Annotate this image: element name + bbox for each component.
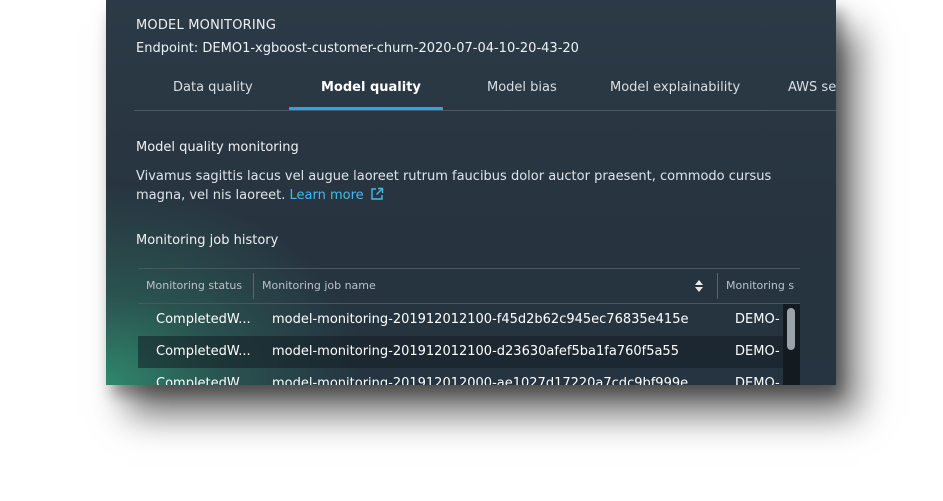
model-monitoring-panel: MODEL MONITORING Endpoint: DEMO1-xgboost… [106, 0, 836, 385]
tab-model-explainability[interactable]: Model explainability [610, 74, 740, 108]
tab-model-bias[interactable]: Model bias [487, 74, 557, 108]
column-separator[interactable] [253, 273, 254, 299]
column-header-status[interactable]: Monitoring status [146, 269, 254, 303]
row-schedule: DEMO- [735, 376, 780, 385]
section-label: MODEL MONITORING [136, 18, 277, 33]
tab-aws[interactable]: AWS se [788, 74, 836, 108]
endpoint-info: Endpoint: DEMO1-xgboost-customer-churn-2… [136, 41, 579, 56]
table-scrollbar[interactable] [783, 304, 800, 385]
row-job-name: model-monitoring-201912012100-f45d2b62c9… [272, 312, 689, 327]
row-status: CompletedW... [156, 344, 251, 359]
external-link-icon [370, 187, 383, 200]
tab-model-quality[interactable]: Model quality [321, 74, 421, 108]
active-tab-indicator [289, 107, 443, 110]
job-history-table: Monitoring status Monitoring job name Mo… [138, 268, 800, 385]
history-title: Monitoring job history [136, 233, 279, 248]
row-status: CompletedW... [156, 376, 251, 385]
quality-description: Vivamus sagittis lacus vel augue laoreet… [136, 167, 776, 205]
table-header: Monitoring status Monitoring job name Mo… [138, 268, 800, 304]
endpoint-label: Endpoint: [136, 41, 199, 56]
table-row[interactable]: CompletedW... model-monitoring-201912012… [138, 368, 783, 385]
quality-title: Model quality monitoring [136, 140, 299, 155]
table-row[interactable]: CompletedW... model-monitoring-201912012… [138, 336, 783, 368]
sort-icon[interactable] [694, 279, 704, 293]
row-status: CompletedW... [156, 312, 251, 327]
description-text: Vivamus sagittis lacus vel augue laoreet… [136, 169, 772, 203]
learn-more-label: Learn more [289, 188, 364, 203]
table-row[interactable]: CompletedW... model-monitoring-201912012… [138, 304, 783, 336]
row-schedule: DEMO- [735, 344, 780, 359]
tab-data-quality[interactable]: Data quality [173, 74, 253, 108]
column-header-job-name[interactable]: Monitoring job name [262, 269, 562, 303]
row-schedule: DEMO- [735, 312, 780, 327]
endpoint-value: DEMO1-xgboost-customer-churn-2020-07-04-… [202, 41, 579, 56]
learn-more-link[interactable]: Learn more [289, 187, 384, 203]
row-job-name: model-monitoring-201912012000-ae1027d172… [272, 376, 689, 385]
scrollbar-thumb[interactable] [787, 308, 795, 350]
row-job-name: model-monitoring-201912012100-d23630afef… [272, 344, 679, 359]
column-header-schedule[interactable]: Monitoring s [726, 269, 800, 303]
column-separator[interactable] [717, 273, 718, 299]
tab-bar: Data quality Model quality Model bias Mo… [134, 74, 836, 111]
